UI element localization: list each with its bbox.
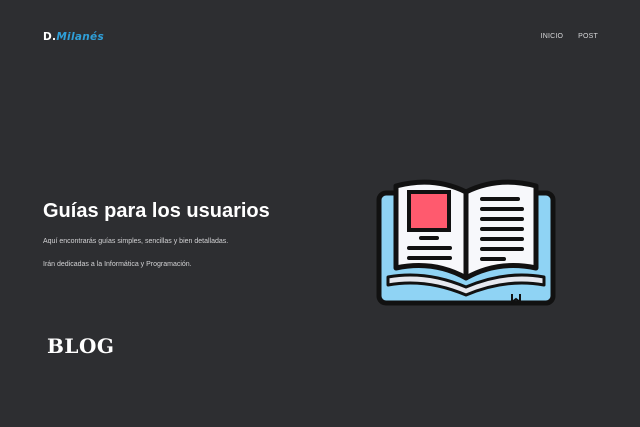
hero-subdescription: Irán dedicadas a la Informática y Progra… [43,261,192,268]
logo-name: Milanés [56,31,104,43]
nav-link-inicio[interactable]: INICIO [541,33,564,40]
logo-initial: D. [43,31,57,43]
open-book-icon [376,179,556,306]
top-nav: INICIO POST [541,33,598,40]
blog-heading: BLOG [47,334,115,358]
site-logo[interactable]: D.Milanés [43,31,104,43]
hero-description: Aquí encontrarás guías simples, sencilla… [43,238,229,245]
hero-title: Guías para los usuarios [43,200,270,222]
nav-link-post[interactable]: POST [578,33,598,40]
